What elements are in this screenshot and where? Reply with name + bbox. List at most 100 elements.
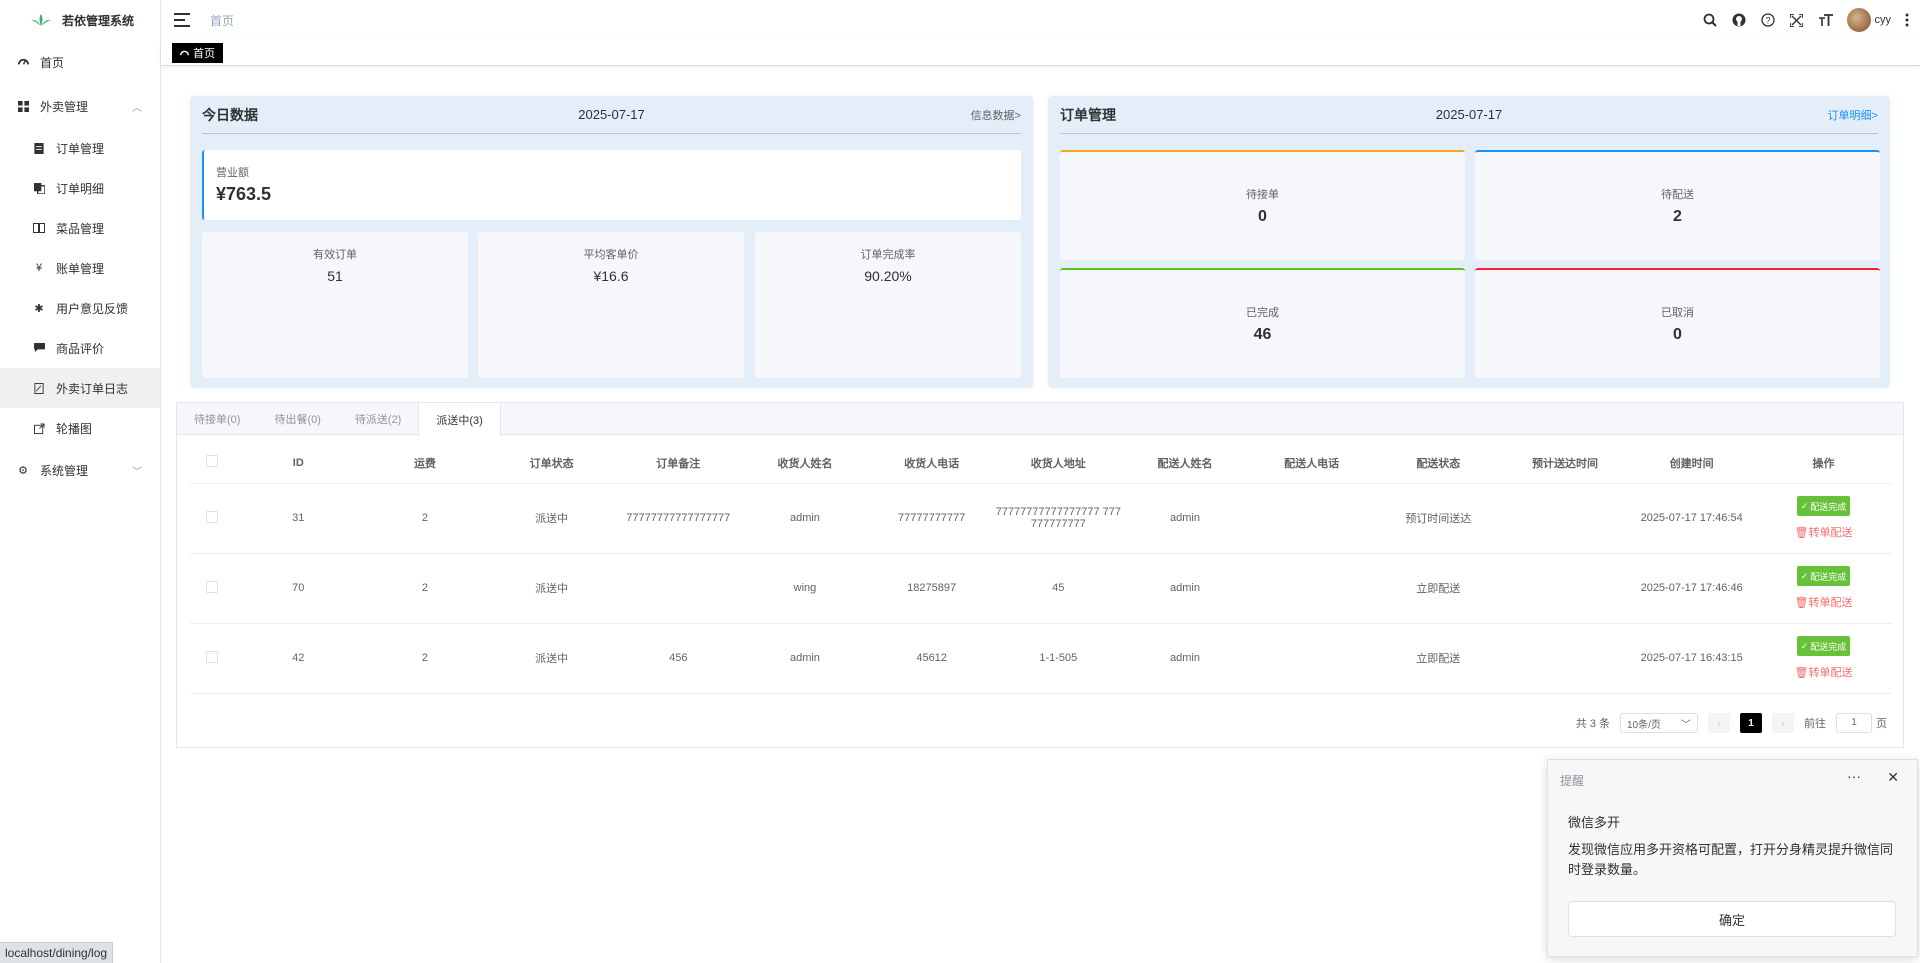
stat-label: 平均客单价 xyxy=(583,249,639,261)
order-detail-link[interactable]: 订单明细> xyxy=(1828,107,1878,123)
sidebar-item-label: 轮播图 xyxy=(56,421,93,436)
order-status-card[interactable]: 待配送 2 xyxy=(1475,150,1880,260)
app-logo[interactable]: 若依管理系统 xyxy=(0,0,160,40)
delivery-done-button[interactable]: ✓ 配送完成 xyxy=(1796,636,1851,656)
chevron-up-icon: ︿ xyxy=(132,102,142,114)
sidebar-item-review[interactable]: 商品评价 xyxy=(0,328,160,368)
font-size-icon[interactable] xyxy=(1818,12,1834,28)
info-data-link[interactable]: 信息数据> xyxy=(971,107,1021,123)
next-page-button[interactable]: › xyxy=(1772,713,1794,733)
username[interactable]: cyy xyxy=(1875,14,1892,26)
button-label: 配送完成 xyxy=(1810,641,1847,652)
button-label: 配送完成 xyxy=(1810,571,1847,582)
order-status-card[interactable]: 已完成 46 xyxy=(1060,268,1465,378)
order-table-card: 待接单(0) 待出餐(0) 待派送(2) 派送中(3) ID 运费 订单状态 订… xyxy=(176,402,1904,748)
menu-toggle-icon[interactable] xyxy=(174,13,190,27)
sidebar-item-order-log[interactable]: 外卖订单日志 xyxy=(0,368,160,408)
page-number[interactable]: 1 xyxy=(1740,713,1762,733)
column-header: 配送状态 xyxy=(1374,443,1502,484)
more-vertical-icon[interactable] xyxy=(1904,12,1910,28)
delivery-done-button[interactable]: ✓ 配送完成 xyxy=(1796,496,1851,516)
table-row: 70 2 派送中 wing 18275897 45 admin 立即配送 202… xyxy=(190,553,1892,624)
search-icon[interactable] xyxy=(1702,12,1718,28)
tab-pending-accept[interactable]: 待接单(0) xyxy=(177,403,257,435)
sidebar-item-feedback[interactable]: ✱ 用户意见反馈 xyxy=(0,288,160,328)
cell-created: 2025-07-17 17:46:46 xyxy=(1628,553,1755,624)
cell-fee: 2 xyxy=(361,483,489,554)
status-tabs: 待接单(0) 待出餐(0) 待派送(2) 派送中(3) xyxy=(177,403,1903,436)
github-icon[interactable] xyxy=(1731,12,1747,28)
stat-value: ¥16.6 xyxy=(593,268,629,284)
order-status-card[interactable]: 待接单 0 xyxy=(1060,150,1465,260)
check-icon: ✓ xyxy=(1800,500,1809,511)
sidebar-item-takeout[interactable]: 外卖管理 ︿ xyxy=(0,84,160,128)
goto-page-input[interactable]: 1 xyxy=(1836,713,1872,733)
order-status-card[interactable]: 已取消 0 xyxy=(1475,268,1880,378)
select-all-checkbox[interactable] xyxy=(206,455,219,468)
transfer-delivery-button[interactable]: 🗑转单配送 xyxy=(1755,594,1892,610)
stat-card: 有效订单 51 xyxy=(202,232,468,378)
notification-title: 微信多开 xyxy=(1568,815,1621,830)
fullscreen-icon[interactable] xyxy=(1789,12,1805,28)
sidebar-item-label: 外卖管理 xyxy=(40,99,89,114)
cell-created: 2025-07-17 16:43:15 xyxy=(1628,623,1755,694)
row-checkbox[interactable] xyxy=(206,580,219,593)
tab-pending-meal[interactable]: 待出餐(0) xyxy=(257,403,337,435)
sidebar-item-carousel[interactable]: 轮播图 xyxy=(0,408,160,448)
close-icon[interactable]: ✕ xyxy=(1887,769,1899,786)
sidebar-item-order-manage[interactable]: 订单管理 xyxy=(0,128,160,168)
sidebar-item-label: 商品评价 xyxy=(56,341,105,356)
sidebar-item-home[interactable]: 首页 xyxy=(0,40,160,84)
order-status-count: 0 xyxy=(1673,326,1682,343)
sidebar-item-label: 订单管理 xyxy=(56,141,105,156)
row-checkbox[interactable] xyxy=(206,510,219,523)
sidebar-item-label: 外卖订单日志 xyxy=(56,381,129,396)
breadcrumb[interactable]: 首页 xyxy=(210,12,234,29)
sidebar-item-label: 系统管理 xyxy=(40,463,89,478)
panel-date: 2025-07-17 xyxy=(1435,107,1503,122)
sidebar-item-order-detail[interactable]: 订单明细 xyxy=(0,168,160,208)
more-horizontal-icon[interactable]: ··· xyxy=(1847,768,1861,784)
panel-date: 2025-07-17 xyxy=(578,107,645,122)
order-status-count: 0 xyxy=(1258,208,1267,225)
sidebar-item-dish-manage[interactable]: 菜品管理 xyxy=(0,208,160,248)
check-icon: ✓ xyxy=(1800,640,1809,651)
goto-suffix: 页 xyxy=(1876,718,1887,730)
delivery-done-button[interactable]: ✓ 配送完成 xyxy=(1796,566,1851,586)
tab-delivering[interactable]: 派送中(3) xyxy=(418,403,501,436)
stat-label: 订单完成率 xyxy=(860,249,916,261)
tags-view: 首页 xyxy=(161,40,1920,66)
button-label: 转单配送 xyxy=(1808,597,1853,609)
stat-card: 订单完成率 90.20% xyxy=(755,232,1021,378)
transfer-delivery-button[interactable]: 🗑转单配送 xyxy=(1755,524,1892,540)
sidebar-item-label: 用户意见反馈 xyxy=(56,301,129,316)
cell-order-status: 派送中 xyxy=(488,623,615,694)
browser-status-url: localhost/dining/log xyxy=(0,942,114,963)
cell-delivery-status: 立即配送 xyxy=(1374,553,1502,624)
cell-fee: 2 xyxy=(361,553,489,624)
avatar[interactable] xyxy=(1846,8,1871,32)
app-title: 若依管理系统 xyxy=(62,13,135,28)
cell-courier-phone xyxy=(1248,623,1375,694)
tag-home[interactable]: 首页 xyxy=(172,43,223,63)
tag-label: 首页 xyxy=(193,48,215,60)
prev-page-button[interactable]: ‹ xyxy=(1708,713,1730,733)
transfer-delivery-button[interactable]: 🗑转单配送 xyxy=(1755,664,1892,680)
column-header: 运费 xyxy=(361,443,489,484)
column-header: 订单状态 xyxy=(488,443,615,484)
row-checkbox[interactable] xyxy=(206,650,219,663)
page-size-select[interactable]: 10条/页 ﹀ xyxy=(1620,713,1698,733)
cell-courier-phone xyxy=(1248,553,1375,624)
button-label: 转单配送 xyxy=(1808,527,1853,539)
goto-label: 前往 xyxy=(1804,718,1826,730)
cell-phone: 77777777777 xyxy=(868,483,995,554)
sidebar-item-bill-manage[interactable]: ¥ 账单管理 xyxy=(0,248,160,288)
stat-value: 51 xyxy=(327,268,343,284)
help-icon[interactable]: ? xyxy=(1760,12,1776,28)
confirm-button[interactable]: 确定 xyxy=(1568,901,1896,937)
sidebar-item-system[interactable]: ⚙ 系统管理 ﹀ xyxy=(0,448,160,492)
cell-order-status: 派送中 xyxy=(488,483,615,554)
tab-pending-dispatch[interactable]: 待派送(2) xyxy=(338,403,418,435)
cell-id: 42 xyxy=(234,623,362,694)
cell-created: 2025-07-17 17:46:54 xyxy=(1628,483,1755,554)
